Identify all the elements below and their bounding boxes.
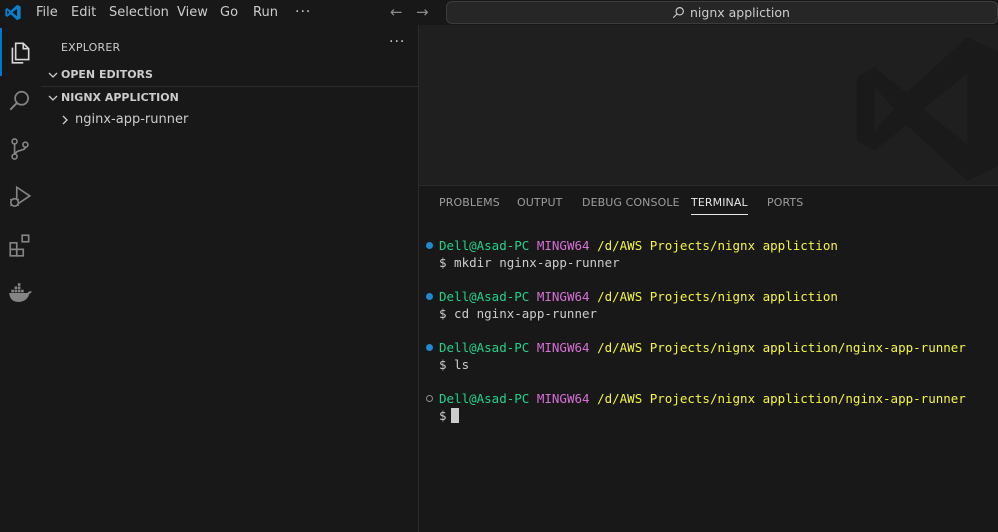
terminal-command: $ <box>439 408 447 423</box>
terminal-command: $ mkdir nginx-app-runner <box>439 255 620 270</box>
terminal-prompt: Dell@Asad-PC MINGW64 /d/AWS Projects/nig… <box>439 390 966 407</box>
tree-item-label: nginx-app-runner <box>75 112 189 127</box>
terminal-cursor <box>450 408 459 423</box>
terminal-prompt: Dell@Asad-PC MINGW64 /d/AWS Projects/nig… <box>439 288 838 305</box>
sidebar-title: EXPLORER <box>61 41 121 54</box>
files-icon <box>11 42 30 64</box>
prompt-user: Dell@Asad-PC <box>439 391 530 406</box>
chevron-right-icon <box>62 115 68 125</box>
prompt-user: Dell@Asad-PC <box>439 289 530 304</box>
prompt-system: MINGW64 <box>536 238 590 253</box>
prompt-path: /d/AWS Projects/nignx appliction/nginx-a… <box>597 340 966 355</box>
terminal-command: $ ls <box>439 357 470 372</box>
extensions-activity[interactable] <box>0 220 41 268</box>
run-debug-activity[interactable] <box>0 172 41 220</box>
vscode-logo-icon[interactable] <box>4 4 22 21</box>
prompt-user: Dell@Asad-PC <box>439 238 530 253</box>
chevron-down-icon <box>48 72 58 78</box>
arrow-right-icon[interactable]: → <box>416 2 429 23</box>
section-workspace[interactable]: NIGNX APPLICTION <box>41 86 418 109</box>
terminal-prompt: Dell@Asad-PC MINGW64 /d/AWS Projects/nig… <box>439 339 966 356</box>
command-success-dot[interactable] <box>426 242 433 249</box>
title-bar: File Edit Selection View Go Run ··· ← → … <box>0 0 998 25</box>
terminal-input-line[interactable]: $ <box>439 407 459 424</box>
bottom-panel: PROBLEMS OUTPUT DEBUG CONSOLE TERMINAL P… <box>419 185 998 532</box>
run-debug-icon <box>9 185 32 208</box>
prompt-path: /d/AWS Projects/nignx appliction <box>597 289 838 304</box>
terminal-command: $ cd nginx-app-runner <box>439 306 598 321</box>
docker-icon <box>9 283 32 302</box>
prompt-system: MINGW64 <box>536 391 590 406</box>
menu-more-icon[interactable]: ··· <box>295 0 311 25</box>
prompt-path: /d/AWS Projects/nignx appliction/nginx-a… <box>597 391 966 406</box>
menu-go[interactable]: Go <box>220 0 238 25</box>
tab-ports[interactable]: PORTS <box>767 196 803 209</box>
prompt-path: /d/AWS Projects/nignx appliction <box>597 238 838 253</box>
prompt-user: Dell@Asad-PC <box>439 340 530 355</box>
search-activity[interactable] <box>0 76 41 124</box>
menu-selection[interactable]: Selection <box>109 0 169 25</box>
activity-bar <box>0 25 41 532</box>
command-center-search[interactable]: nignx appliction <box>446 1 998 24</box>
arrow-left-icon[interactable]: ← <box>390 2 403 23</box>
section-label: OPEN EDITORS <box>61 68 153 81</box>
chevron-down-icon <box>48 95 58 101</box>
menu-run[interactable]: Run <box>253 0 278 25</box>
tab-terminal[interactable]: TERMINAL <box>691 196 748 215</box>
command-center-text: nignx appliction <box>690 5 790 20</box>
search-icon <box>9 90 29 111</box>
menu-edit[interactable]: Edit <box>71 0 96 25</box>
editor-area[interactable] <box>419 25 998 185</box>
menu-view[interactable]: View <box>177 0 208 25</box>
prompt-system: MINGW64 <box>536 289 590 304</box>
command-success-dot[interactable] <box>426 293 433 300</box>
docker-activity[interactable] <box>0 268 41 316</box>
sidebar-more-icon[interactable]: ··· <box>389 34 405 50</box>
source-control-icon <box>11 138 29 160</box>
tab-debug-console[interactable]: DEBUG CONSOLE <box>582 196 680 209</box>
tab-problems[interactable]: PROBLEMS <box>439 196 500 209</box>
section-label: NIGNX APPLICTION <box>61 91 179 104</box>
search-icon <box>672 7 684 19</box>
explorer-activity[interactable] <box>0 28 41 76</box>
section-open-editors[interactable]: OPEN EDITORS <box>41 64 418 86</box>
extensions-icon <box>9 234 30 257</box>
terminal-prompt: Dell@Asad-PC MINGW64 /d/AWS Projects/nig… <box>439 237 838 254</box>
tree-folder-nginx-app-runner[interactable]: nginx-app-runner <box>41 109 418 131</box>
explorer-sidebar: EXPLORER ··· OPEN EDITORS NIGNX APPLICTI… <box>41 25 419 532</box>
source-control-activity[interactable] <box>0 124 41 172</box>
prompt-system: MINGW64 <box>536 340 590 355</box>
command-pending-dot[interactable] <box>426 395 433 402</box>
command-success-dot[interactable] <box>426 344 433 351</box>
tab-output[interactable]: OUTPUT <box>517 196 562 209</box>
vscode-watermark-icon <box>857 37 998 181</box>
menu-file[interactable]: File <box>36 0 58 25</box>
